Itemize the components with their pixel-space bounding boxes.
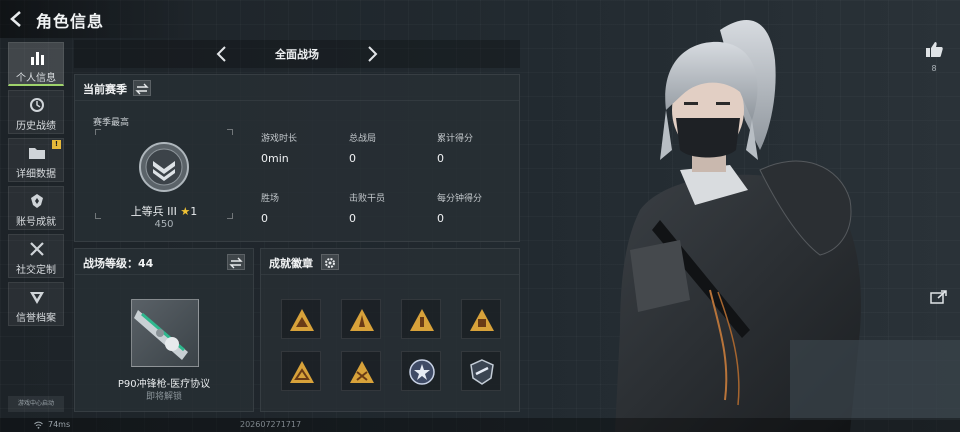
rank-name: 上等兵 III ★1: [95, 203, 233, 219]
sidebar-nav: 个人信息 历史战绩 ! 详细数据 账号成就 社交定制 信誉档案: [8, 42, 64, 330]
stat-value: 0: [437, 212, 444, 225]
achievement-badge[interactable]: [401, 351, 441, 391]
stat-total-score: 累计得分 0: [437, 131, 525, 165]
page-header: 角色信息: [0, 0, 200, 38]
achievements-header: 成就徽章: [261, 249, 519, 275]
season-best-label: 赛季最高: [93, 118, 130, 128]
achievement-icon: [31, 194, 43, 208]
thumbs-up-icon[interactable]: [924, 40, 944, 58]
achievement-badge[interactable]: [281, 351, 321, 391]
folder-icon: [29, 148, 45, 159]
page-title: 角色信息: [36, 12, 105, 31]
sidebar-item-label: 社交定制: [16, 265, 56, 276]
rank-stars: 1: [190, 205, 198, 218]
credit-icon: [30, 292, 44, 304]
season-panel: 当前赛季 赛季最高 上等兵 III ★1 450 游戏时长 0min 总战局 0: [74, 74, 520, 242]
stat-label: 胜场: [261, 194, 280, 204]
stat-score-per-minute: 每分钟得分 0: [437, 191, 525, 225]
sidebar-item-history[interactable]: 历史战绩: [8, 90, 64, 134]
notification-badge: !: [52, 140, 61, 149]
rank-emblem-icon: [139, 142, 189, 192]
achievement-badge[interactable]: [461, 299, 501, 339]
frame-corner: [227, 129, 233, 135]
badge-triangle-icon: [290, 309, 314, 331]
sidebar-item-social[interactable]: 社交定制: [8, 234, 64, 278]
battle-level-header: 战场等级：44: [75, 249, 253, 275]
achievements-settings-button[interactable]: [321, 254, 339, 270]
rank-name-text: 上等兵 III: [130, 205, 177, 218]
frame-corner: [95, 129, 101, 135]
sidebar-item-label: 信誉档案: [16, 313, 56, 324]
rank-score: 450: [154, 219, 174, 230]
player-uid: 202607271717: [240, 420, 302, 429]
badge-triangle-icon: [290, 361, 314, 383]
badge-triangle-icon: [350, 361, 374, 383]
stat-value: 0: [437, 152, 444, 165]
battle-level-swap-button[interactable]: [227, 254, 245, 270]
achievements-title: 成就徽章: [269, 257, 313, 270]
badge-triangle-icon: [470, 309, 494, 331]
status-bar: 74ms 202607271717: [0, 418, 960, 432]
sidebar-item-label: 历史战绩: [16, 121, 56, 132]
achievement-badge[interactable]: [401, 299, 441, 339]
stat-value: 0: [349, 212, 356, 225]
ping-value: 74ms: [48, 420, 71, 429]
back-arrow-icon[interactable]: [8, 10, 26, 28]
badge-triangle-icon: [350, 309, 374, 331]
achievement-badge[interactable]: [461, 351, 501, 391]
smg-icon: [134, 310, 188, 360]
badge-triangle-icon: [410, 309, 434, 331]
achievement-badge[interactable]: [281, 299, 321, 339]
season-panel-header: 当前赛季: [75, 75, 519, 101]
mode-title: 全面战场: [275, 48, 319, 61]
stat-label: 每分钟得分: [437, 194, 483, 204]
sidebar-item-personal-info[interactable]: 个人信息: [8, 42, 64, 86]
stat-total-matches: 总战局 0: [349, 131, 437, 165]
stat-label: 击败干员: [349, 194, 386, 204]
tools-icon: [30, 242, 44, 256]
achievement-badge[interactable]: [341, 299, 381, 339]
star-shield-badge-icon: [409, 359, 435, 385]
achievement-badge[interactable]: [341, 351, 381, 391]
stat-label: 总战局: [349, 134, 377, 144]
sidebar-item-label: 账号成就: [16, 217, 56, 228]
stat-label: 累计得分: [437, 134, 474, 144]
history-icon: [30, 98, 44, 112]
sidebar-item-label: 详细数据: [16, 169, 56, 180]
stat-wins: 胜场 0: [261, 191, 349, 225]
round-shield-badge-icon: [470, 359, 494, 385]
character-portrait: [520, 0, 960, 432]
bar-chart-icon: [31, 52, 44, 65]
rank-box: 上等兵 III ★1: [95, 129, 233, 219]
battle-level-panel: 战场等级：44 P90冲锋枪-医疗协议 即将解锁: [74, 248, 254, 412]
star-icon: ★: [180, 205, 191, 218]
stat-kills: 击败干员 0: [349, 191, 437, 225]
stat-value: 0: [349, 152, 356, 165]
sidebar-item-label: 个人信息: [16, 73, 56, 84]
achievements-panel: 成就徽章: [260, 248, 520, 412]
swap-icon: [135, 83, 149, 95]
mode-switcher: 全面战场: [74, 40, 520, 68]
like-count: 8: [931, 64, 937, 73]
stat-label: 游戏时长: [261, 134, 298, 144]
battle-level-title: 战场等级：44: [83, 257, 154, 270]
gear-icon: [325, 258, 335, 268]
share-icon[interactable]: [930, 290, 948, 304]
chevron-right-icon[interactable]: [364, 44, 380, 64]
weapon-skin-card[interactable]: [131, 299, 199, 367]
wifi-icon: [34, 421, 43, 429]
season-title: 当前赛季: [83, 83, 127, 96]
stat-value: 0: [261, 212, 268, 225]
weapon-unlock-status: 即将解锁: [145, 392, 182, 402]
game-center-button[interactable]: 游戏中心启动: [8, 396, 64, 412]
sidebar-item-details[interactable]: ! 详细数据: [8, 138, 64, 182]
sidebar-item-achievements[interactable]: 账号成就: [8, 186, 64, 230]
sidebar-item-credit[interactable]: 信誉档案: [8, 282, 64, 326]
weapon-name: P90冲锋枪-医疗协议: [117, 379, 211, 390]
swap-icon: [229, 257, 243, 269]
stat-playtime: 游戏时长 0min: [261, 131, 349, 165]
stat-value: 0min: [261, 152, 289, 165]
season-swap-button[interactable]: [133, 80, 151, 96]
